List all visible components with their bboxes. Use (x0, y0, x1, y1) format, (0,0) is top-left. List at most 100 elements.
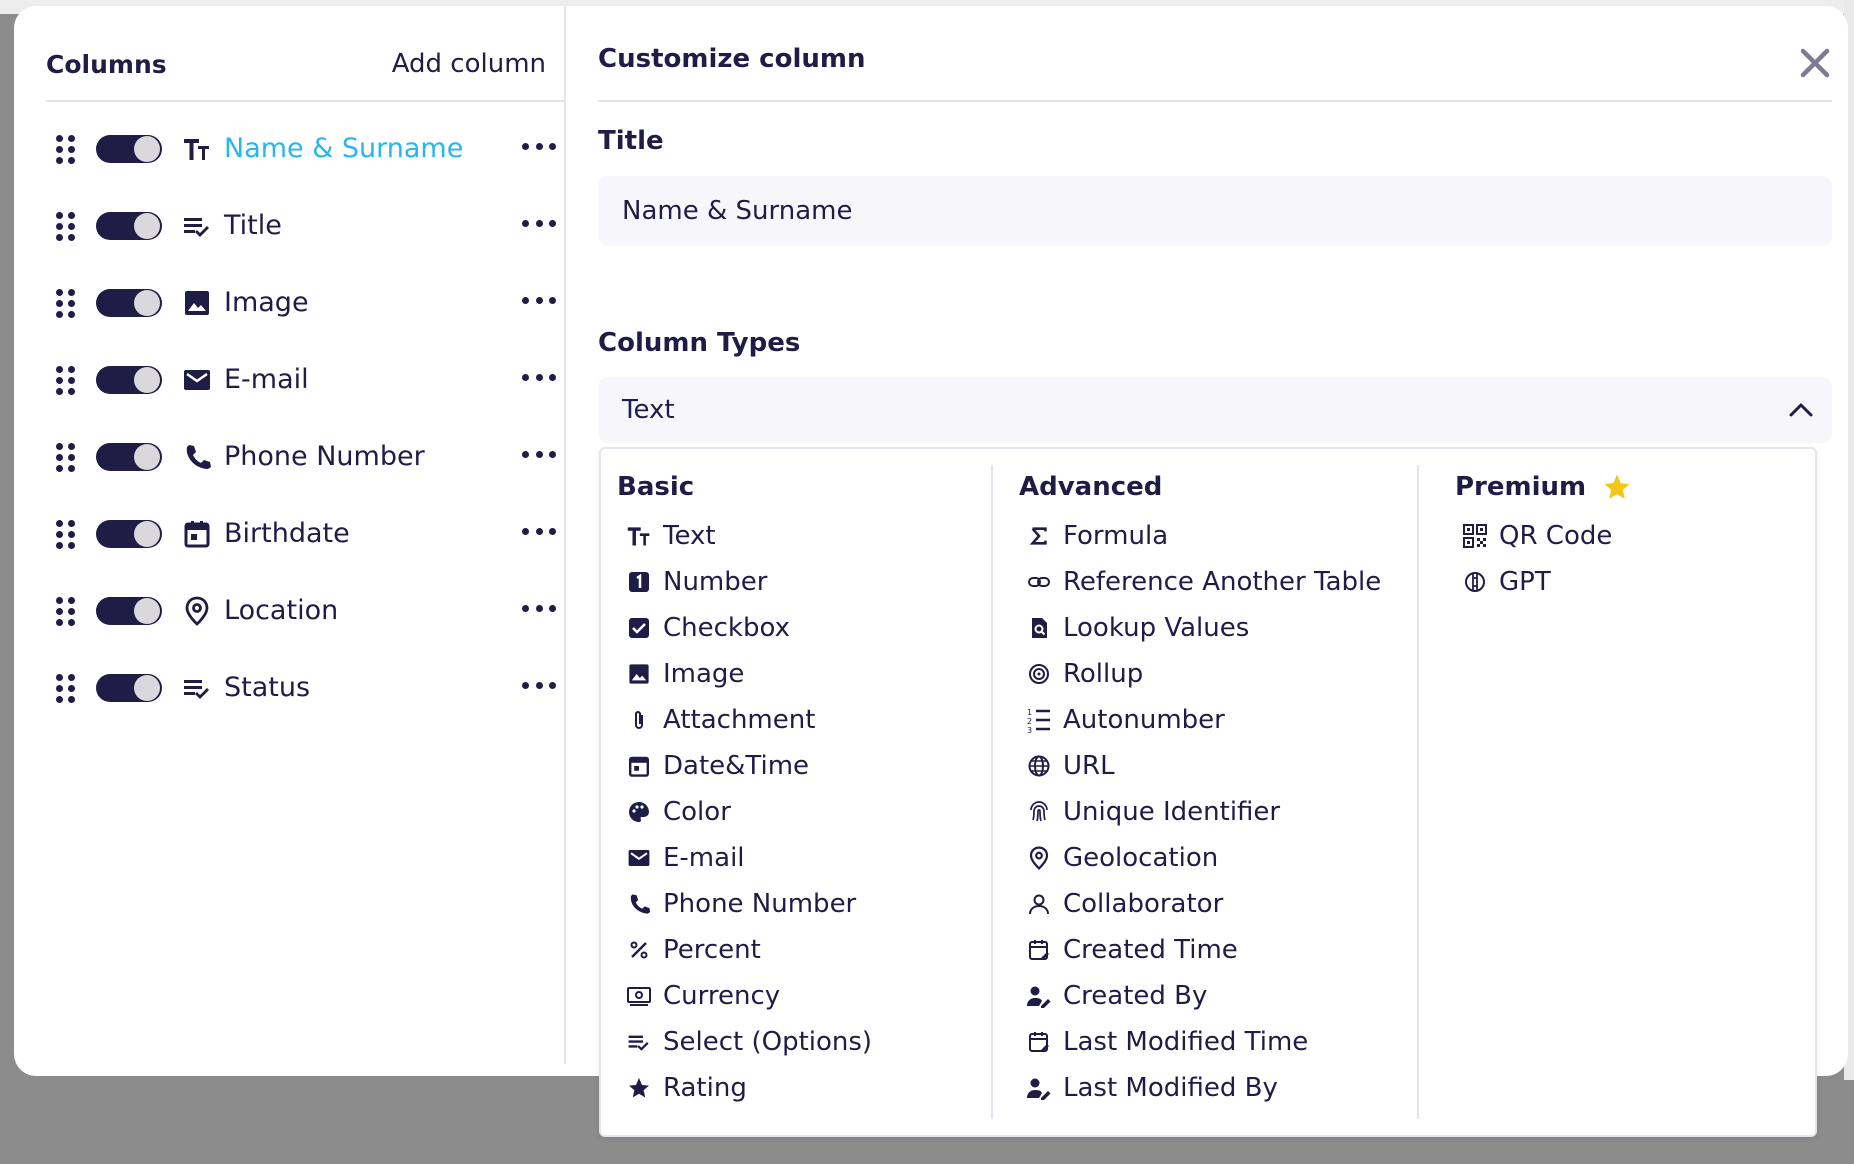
columns-heading: Columns (46, 49, 167, 79)
type-option-rating[interactable]: Rating (617, 1065, 991, 1111)
visibility-toggle[interactable] (96, 519, 162, 548)
column-row[interactable]: Name & Surname (46, 110, 556, 187)
column-row[interactable]: Phone Number (46, 418, 556, 495)
user-edit-icon (1025, 1074, 1053, 1102)
visibility-toggle[interactable] (96, 365, 162, 394)
divider (46, 100, 566, 102)
user-edit-icon (1025, 982, 1053, 1010)
type-option-qr-code[interactable]: QR Code (1421, 513, 1811, 559)
user-icon (1025, 890, 1053, 918)
calendar-edit-icon (1025, 1028, 1053, 1056)
columns-panel: Columns Add column Name & Surname Title … (14, 6, 566, 1064)
type-option-color[interactable]: Color (617, 789, 991, 835)
drag-handle-icon[interactable] (56, 596, 75, 626)
visibility-toggle[interactable] (96, 211, 162, 240)
drag-handle-icon[interactable] (56, 288, 75, 318)
more-options-icon[interactable] (522, 675, 556, 695)
more-options-icon[interactable] (522, 521, 556, 541)
panel-title: Customize column (598, 44, 866, 74)
location-pin-icon (1025, 844, 1053, 872)
mail-icon (182, 365, 212, 395)
drag-handle-icon[interactable] (56, 134, 75, 164)
column-types-label: Column Types (598, 328, 801, 358)
visibility-toggle[interactable] (96, 288, 162, 317)
type-option-autonumber[interactable]: 123 Autonumber (995, 697, 1417, 743)
column-type-select[interactable]: Text (598, 377, 1832, 443)
more-options-icon[interactable] (522, 213, 556, 233)
title-input[interactable]: Name & Surname (598, 176, 1832, 246)
type-option-image[interactable]: Image (617, 651, 991, 697)
basic-heading: Basic (617, 472, 695, 502)
visibility-toggle[interactable] (96, 673, 162, 702)
visibility-toggle[interactable] (96, 134, 162, 163)
list-check-icon (625, 1028, 653, 1056)
sigma-icon (1025, 522, 1053, 550)
type-option-unique-id[interactable]: Unique Identifier (995, 789, 1417, 835)
column-row[interactable]: Location (46, 572, 556, 649)
type-option-phone[interactable]: Phone Number (617, 881, 991, 927)
visibility-toggle[interactable] (96, 442, 162, 471)
visibility-toggle[interactable] (96, 596, 162, 625)
type-option-lookup[interactable]: Lookup Values (995, 605, 1417, 651)
column-row[interactable]: Birthdate (46, 495, 556, 572)
column-label: Phone Number (224, 441, 425, 472)
more-options-icon[interactable] (522, 367, 556, 387)
add-column-button[interactable]: Add column (392, 49, 546, 79)
type-option-created-by[interactable]: Created By (995, 973, 1417, 1019)
list-check-icon (182, 673, 212, 703)
svg-text:3: 3 (1027, 726, 1032, 733)
type-option-select[interactable]: Select (Options) (617, 1019, 991, 1065)
drag-handle-icon[interactable] (56, 365, 75, 395)
type-option-geolocation[interactable]: Geolocation (995, 835, 1417, 881)
type-option-attachment[interactable]: Attachment (617, 697, 991, 743)
palette-icon (625, 798, 653, 826)
percent-icon (625, 936, 653, 964)
type-option-formula[interactable]: Formula (995, 513, 1417, 559)
more-options-icon[interactable] (522, 290, 556, 310)
type-option-rollup[interactable]: Rollup (995, 651, 1417, 697)
type-option-gpt[interactable]: GPT (1421, 559, 1811, 605)
type-option-currency[interactable]: Currency (617, 973, 991, 1019)
type-option-checkbox[interactable]: Checkbox (617, 605, 991, 651)
column-label: Location (224, 595, 339, 626)
drag-handle-icon[interactable] (56, 442, 75, 472)
column-row[interactable]: E-mail (46, 341, 556, 418)
close-icon[interactable] (1798, 46, 1832, 80)
columns-header: Columns Add column (46, 44, 546, 84)
type-option-created-time[interactable]: Created Time (995, 927, 1417, 973)
column-row[interactable]: Status (46, 649, 556, 726)
type-option-last-modified-time[interactable]: Last Modified Time (995, 1019, 1417, 1065)
type-option-last-modified-by[interactable]: Last Modified By (995, 1065, 1417, 1111)
drag-handle-icon[interactable] (56, 673, 75, 703)
column-row[interactable]: Image (46, 264, 556, 341)
text-format-icon (182, 134, 212, 164)
column-row[interactable]: Title (46, 187, 556, 264)
drag-handle-icon[interactable] (56, 519, 75, 549)
link-icon (1025, 568, 1053, 596)
more-options-icon[interactable] (522, 444, 556, 464)
type-option-percent[interactable]: Percent (617, 927, 991, 973)
type-option-email[interactable]: E-mail (617, 835, 991, 881)
number-icon (625, 568, 653, 596)
column-label: Status (224, 672, 311, 703)
qr-code-icon (1461, 522, 1489, 550)
column-label: Name & Surname (224, 133, 464, 164)
type-option-reference[interactable]: Reference Another Table (995, 559, 1417, 605)
column-list: Name & Surname Title Image E-mail Phone … (46, 110, 556, 726)
more-options-icon[interactable] (522, 136, 556, 156)
star-icon (625, 1074, 653, 1102)
mail-icon (625, 844, 653, 872)
type-option-datetime[interactable]: Date&Time (617, 743, 991, 789)
type-option-collaborator[interactable]: Collaborator (995, 881, 1417, 927)
basic-group: Basic Text Number Checkbox Image Attachm… (617, 465, 993, 1119)
premium-group: Premium QR Code GPT (1421, 465, 1811, 1119)
premium-heading: Premium (1455, 465, 1811, 509)
drag-handle-icon[interactable] (56, 211, 75, 241)
more-options-icon[interactable] (522, 598, 556, 618)
type-option-url[interactable]: URL (995, 743, 1417, 789)
type-option-number[interactable]: Number (617, 559, 991, 605)
column-label: E-mail (224, 364, 309, 395)
list-check-icon (182, 211, 212, 241)
spiral-icon (1025, 660, 1053, 688)
type-option-text[interactable]: Text (617, 513, 991, 559)
